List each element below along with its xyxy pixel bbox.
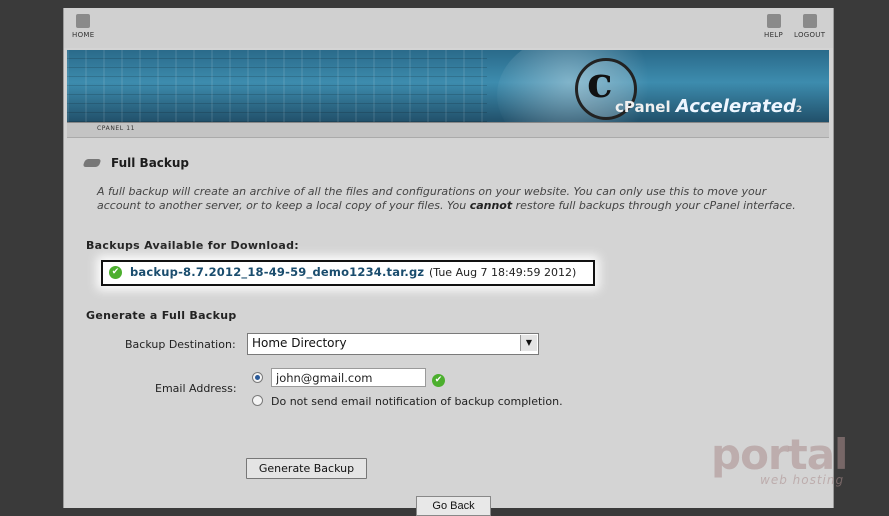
- generate-backup-heading: Generate a Full Backup: [86, 309, 237, 322]
- check-circle-icon: ✔: [432, 374, 445, 387]
- banner-graphic: [67, 50, 487, 122]
- backup-download-link[interactable]: backup-8.7.2012_18-49-59_demo1234.tar.gz: [130, 265, 424, 279]
- help-icon: [766, 14, 781, 28]
- chevron-down-icon[interactable]: ▼: [520, 335, 537, 351]
- help-link[interactable]: HELP: [764, 14, 783, 39]
- backup-list-item: ✔ backup-8.7.2012_18-49-59_demo1234.tar.…: [101, 260, 595, 286]
- email-address-label: Email Address:: [155, 382, 237, 395]
- backup-destination-select[interactable]: Home Directory ▼: [247, 333, 539, 355]
- backup-destination-value: Home Directory: [252, 336, 347, 350]
- portal-watermark: portal: [711, 430, 848, 479]
- backup-disk-icon: [82, 159, 102, 167]
- go-back-button[interactable]: Go Back: [416, 496, 491, 516]
- page-description: A full backup will create an archive of …: [97, 185, 796, 212]
- backup-timestamp: (Tue Aug 7 18:49:59 2012): [429, 266, 577, 279]
- cpanel-logo-text: cPanel Accelerated2: [615, 96, 803, 117]
- no-email-radio[interactable]: [252, 395, 263, 406]
- cpanel-logo-icon: c: [587, 58, 613, 107]
- home-link[interactable]: HOME: [72, 14, 94, 39]
- cpanel-banner: c cPanel Accelerated2: [67, 50, 829, 122]
- page-title: Full Backup: [111, 156, 190, 170]
- version-bar: CPANEL 11: [67, 122, 829, 138]
- email-field[interactable]: [271, 368, 426, 387]
- no-email-label: Do not send email notification of backup…: [271, 395, 563, 408]
- check-circle-icon: ✔: [109, 266, 122, 279]
- top-navigation: HOME HELP LOGOUT: [64, 8, 833, 48]
- generate-backup-button[interactable]: Generate Backup: [246, 458, 367, 479]
- watermark-subtitle: web hosting: [760, 473, 845, 487]
- home-icon: [76, 14, 91, 28]
- backup-destination-label: Backup Destination:: [125, 338, 236, 351]
- logout-link[interactable]: LOGOUT: [794, 14, 825, 39]
- logout-icon: [802, 14, 817, 28]
- available-backups-heading: Backups Available for Download:: [86, 239, 299, 252]
- email-notify-radio[interactable]: [252, 372, 263, 383]
